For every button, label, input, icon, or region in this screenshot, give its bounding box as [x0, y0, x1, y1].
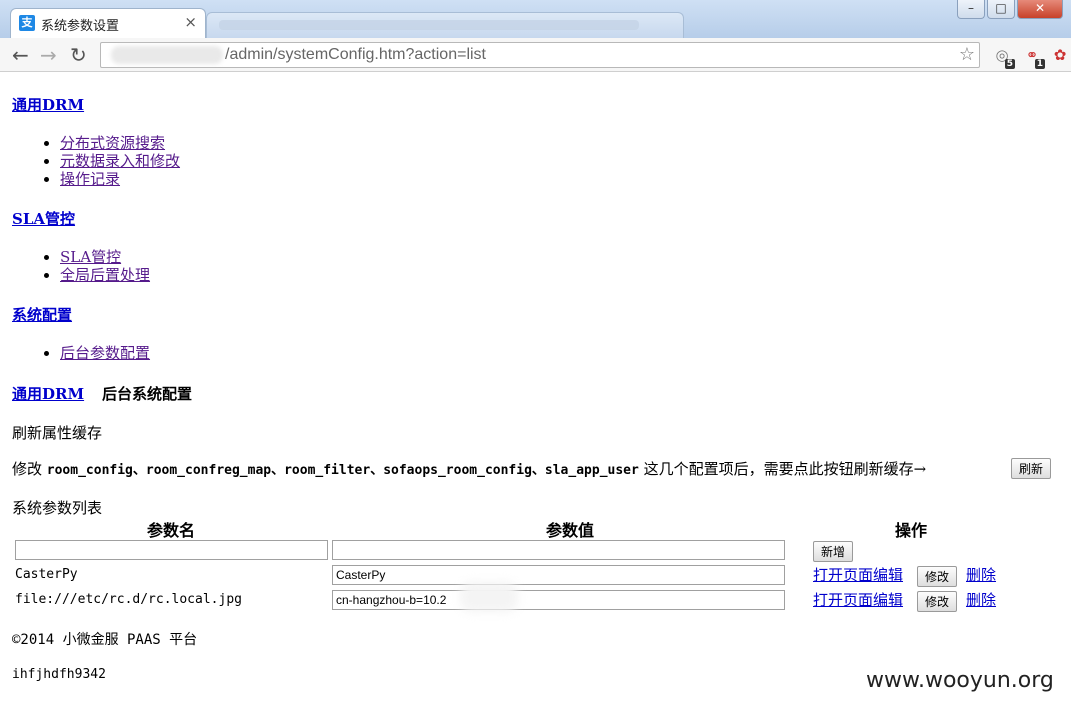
minimize-button[interactable]: –	[957, 0, 985, 19]
menu-list-drm: 分布式资源搜索 元数据录入和修改 操作记录	[0, 134, 180, 188]
back-arrow-icon[interactable]: ←	[12, 43, 29, 67]
watermark-text: www.wooyun.org	[866, 668, 1054, 693]
browser-toolbar: ← → ↻ /admin/systemConfig.htm?action=lis…	[0, 38, 1071, 72]
browser-tab-active[interactable]: 支 系统参数设置 ×	[10, 8, 206, 38]
param-list-heading: 系统参数列表	[12, 499, 103, 517]
section-link-drm[interactable]: 通用DRM	[12, 94, 84, 115]
menu-link-resource-search[interactable]: 分布式资源搜索	[60, 134, 165, 152]
browser-tab-inactive[interactable]	[206, 12, 684, 38]
section-link-system-config[interactable]: 系统配置	[12, 304, 72, 325]
paint-extension-icon[interactable]: ✿	[1050, 46, 1070, 66]
menu-list-sla: SLA管控 全局后置处理	[0, 248, 150, 284]
tab-close-icon[interactable]: ×	[184, 13, 197, 31]
menu-link-metadata-edit[interactable]: 元数据录入和修改	[60, 152, 180, 170]
column-header-name: 参数名	[147, 521, 196, 540]
section-link-sla[interactable]: SLA管控	[12, 208, 75, 229]
menu-link-operation-log[interactable]: 操作记录	[60, 170, 120, 188]
close-window-button[interactable]: ✕	[1017, 0, 1063, 19]
menu-item: 操作记录	[60, 170, 180, 188]
menu-link-global-postprocess[interactable]: 全局后置处理	[60, 266, 150, 284]
new-param-name-input[interactable]	[15, 540, 328, 560]
page-content: 通用DRM 分布式资源搜索 元数据录入和修改 操作记录 SLA管控 SLA管控 …	[0, 72, 1071, 710]
column-header-actions: 操作	[895, 521, 928, 540]
menu-item: 分布式资源搜索	[60, 134, 180, 152]
address-bar[interactable]: /admin/systemConfig.htm?action=list ☆	[100, 42, 980, 68]
copyright-text: ©2014 小微金服 PAAS 平台	[12, 632, 198, 648]
refresh-cache-heading: 刷新属性缓存	[12, 424, 103, 442]
extension-badge: 1	[1034, 59, 1045, 69]
delete-param-link[interactable]: 删除	[966, 564, 996, 585]
chain-extension-icon[interactable]: ⚭ 1	[1022, 46, 1045, 69]
window-controls: – □ ✕	[957, 0, 1063, 19]
open-page-edit-link[interactable]: 打开页面编辑	[813, 564, 903, 585]
breadcrumb-link-drm[interactable]: 通用DRM	[12, 385, 84, 403]
menu-link-sla-control[interactable]: SLA管控	[60, 248, 121, 266]
magnifier-extension-icon[interactable]: ◎ 5	[992, 46, 1015, 69]
param-name-cell: file:///etc/rc.d/rc.local.jpg	[15, 592, 242, 607]
tab-title: 系统参数设置	[41, 19, 120, 34]
refresh-cache-button[interactable]: 刷新	[1011, 458, 1052, 479]
bookmark-star-icon[interactable]: ☆	[959, 44, 975, 65]
param-value-input[interactable]	[332, 565, 785, 585]
refresh-instruction: 修改 room_config、room_confreg_map、room_fil…	[12, 458, 926, 479]
delete-param-link[interactable]: 删除	[966, 589, 996, 610]
column-header-value: 参数值	[546, 521, 595, 540]
footer-code: ihfjhdfh9342	[12, 667, 106, 682]
blurred-tab-title	[219, 20, 639, 30]
param-value-input[interactable]	[332, 590, 785, 610]
forward-arrow-icon[interactable]: →	[40, 43, 57, 67]
extension-badge: 5	[1004, 59, 1015, 69]
maximize-button[interactable]: □	[987, 0, 1015, 19]
modify-param-button[interactable]: 修改	[917, 566, 958, 587]
reload-icon[interactable]: ↻	[70, 43, 87, 67]
menu-item: SLA管控	[60, 248, 150, 266]
redaction-blur	[460, 582, 518, 612]
blurred-url-host	[111, 46, 223, 64]
modify-param-button[interactable]: 修改	[917, 591, 958, 612]
menu-link-backend-params[interactable]: 后台参数配置	[60, 344, 150, 362]
alipay-favicon-icon: 支	[19, 15, 35, 31]
menu-list-system-config: 后台参数配置	[0, 344, 150, 362]
paint-glyph: ✿	[1053, 46, 1067, 64]
refresh-suffix: 这几个配置项后，需要点此按钮刷新缓存→	[638, 460, 927, 478]
breadcrumb: 通用DRM 后台系统配置	[12, 383, 192, 404]
menu-item: 后台参数配置	[60, 344, 150, 362]
new-param-value-input[interactable]	[332, 540, 785, 560]
open-page-edit-link[interactable]: 打开页面编辑	[813, 589, 903, 610]
add-param-button[interactable]: 新增	[813, 541, 854, 562]
url-text[interactable]: /admin/systemConfig.htm?action=list	[225, 46, 486, 64]
browser-titlebar: 支 系统参数设置 × – □ ✕	[0, 0, 1071, 38]
menu-item: 全局后置处理	[60, 266, 150, 284]
page-title: 后台系统配置	[102, 385, 193, 403]
refresh-prefix: 修改	[12, 460, 47, 478]
menu-item: 元数据录入和修改	[60, 152, 180, 170]
config-key-list: room_config、room_confreg_map、room_filter…	[46, 463, 639, 478]
param-name-cell: CasterPy	[15, 567, 78, 582]
